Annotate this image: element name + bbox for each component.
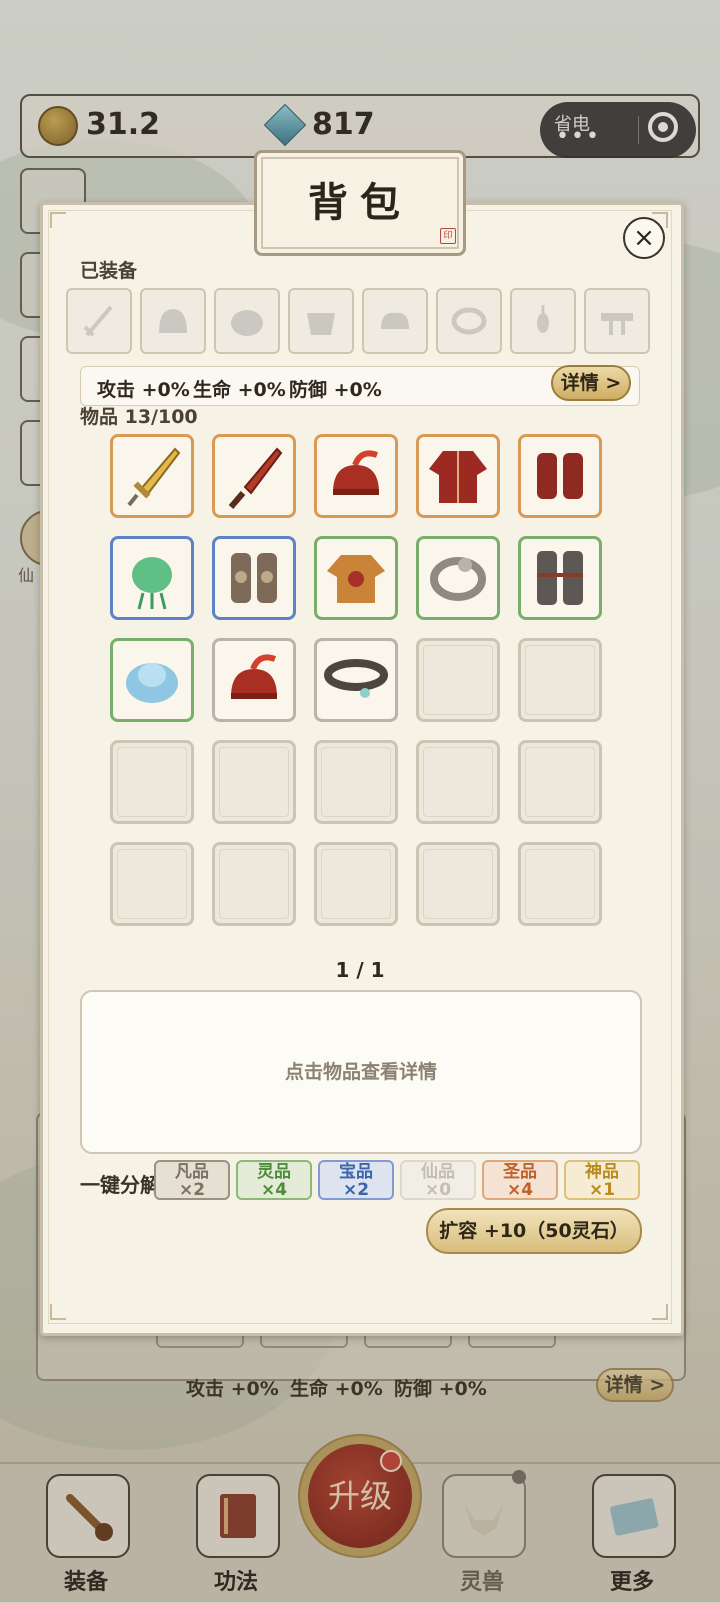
sword-slot-icon: [83, 305, 113, 337]
item-leather-belt[interactable]: [314, 638, 398, 722]
equip-slot-helmet[interactable]: [140, 288, 206, 354]
golden-sword-icon: [127, 447, 181, 507]
disassemble-label: 一键分解: [80, 1173, 160, 1197]
item-golden-robe[interactable]: [314, 536, 398, 620]
disassemble-common-button[interactable]: 凡品 ×2: [154, 1160, 230, 1200]
item-detail-box: 点击物品查看详情: [80, 990, 642, 1154]
helmet-slot-icon: [159, 309, 187, 333]
belt-slot-icon: [601, 313, 633, 335]
empty-slot[interactable]: [212, 740, 296, 824]
item-red-helmet[interactable]: [314, 434, 398, 518]
item-silver-ring[interactable]: [416, 536, 500, 620]
item-iron-greaves[interactable]: [518, 536, 602, 620]
gloves-slot-icon: [381, 312, 409, 329]
disassemble-divine-button[interactable]: 神品 ×1: [564, 1160, 640, 1200]
empty-slot[interactable]: [110, 740, 194, 824]
equip-slot-ring[interactable]: [436, 288, 502, 354]
equip-slot-weapon[interactable]: [66, 288, 132, 354]
details-button[interactable]: 详情 >: [551, 365, 631, 401]
pendant-slot-icon: [537, 305, 549, 333]
item-golden-sword[interactable]: [110, 434, 194, 518]
robe-slot-icon: [307, 313, 335, 335]
item-red-bracers[interactable]: [518, 434, 602, 518]
corner-ornament: [652, 1304, 668, 1320]
defense-stat: 防御 +0%: [289, 379, 382, 401]
iron-greaves-icon: [537, 551, 583, 605]
equip-slot-gloves[interactable]: [362, 288, 428, 354]
items-count-label: 物品 13/100: [80, 406, 198, 428]
corner-ornament: [50, 1304, 66, 1320]
empty-slot[interactable]: [314, 842, 398, 926]
empty-slot[interactable]: [518, 842, 602, 926]
red-robe-icon: [429, 451, 487, 503]
empty-slot[interactable]: [416, 740, 500, 824]
empty-slot[interactable]: [314, 740, 398, 824]
grade-count: ×0: [424, 1180, 452, 1200]
leather-belt-icon: [324, 659, 388, 698]
grade-label: 凡品: [175, 1162, 209, 1182]
close-button[interactable]: ×: [623, 217, 665, 259]
blue-crystal-icon: [126, 663, 178, 703]
equipped-stats-bar: 攻击 +0% 生命 +0% 防御 +0% 详情 >: [80, 365, 640, 406]
empty-slot[interactable]: [212, 842, 296, 926]
grade-label: 灵品: [257, 1162, 291, 1182]
item-red-robe[interactable]: [416, 434, 500, 518]
jade-pendant-icon: [132, 557, 172, 610]
grade-label: 仙品: [421, 1162, 455, 1182]
silver-ring-icon: [430, 557, 486, 601]
red-helmet-icon: [231, 654, 277, 699]
item-red-sword[interactable]: [212, 434, 296, 518]
ring-slot-icon: [451, 307, 487, 335]
grade-count: ×2: [178, 1180, 206, 1200]
equipped-label: 已装备: [80, 260, 138, 282]
item-blue-crystal[interactable]: [110, 638, 194, 722]
grade-count: ×1: [588, 1180, 616, 1200]
seal-icon: 印: [440, 228, 456, 244]
grade-label: 神品: [585, 1162, 619, 1182]
item-bronze-bracers[interactable]: [212, 536, 296, 620]
empty-slot[interactable]: [416, 842, 500, 926]
disassemble-saint-button[interactable]: 圣品 ×4: [482, 1160, 558, 1200]
page-indicator: 1 / 1: [335, 958, 385, 982]
grade-label: 宝品: [339, 1162, 373, 1182]
bag-title: 背包: [308, 179, 412, 226]
red-bracers-icon: [537, 453, 583, 499]
bronze-bracers-icon: [231, 553, 277, 603]
empty-slot[interactable]: [518, 638, 602, 722]
expand-capacity-button[interactable]: 扩容 +10（50灵石）: [426, 1208, 642, 1254]
empty-slot[interactable]: [518, 740, 602, 824]
equip-slot-belt[interactable]: [584, 288, 650, 354]
disassemble-treasure-button[interactable]: 宝品 ×2: [318, 1160, 394, 1200]
equip-slot-robe[interactable]: [288, 288, 354, 354]
disassemble-immortal-button[interactable]: 仙品 ×0: [400, 1160, 476, 1200]
golden-robe-icon: [327, 555, 385, 603]
grade-count: ×4: [260, 1180, 288, 1200]
grade-count: ×2: [342, 1180, 370, 1200]
red-sword-icon: [228, 447, 283, 509]
attack-stat: 攻击 +0%: [97, 379, 190, 401]
armor-slot-icon: [231, 310, 263, 336]
item-red-helmet-2[interactable]: [212, 638, 296, 722]
hp-stat: 生命 +0%: [193, 379, 286, 401]
red-helmet-icon: [333, 450, 379, 495]
empty-slot[interactable]: [110, 842, 194, 926]
equip-slot-armor[interactable]: [214, 288, 280, 354]
grade-count: ×4: [506, 1180, 534, 1200]
empty-slot[interactable]: [416, 638, 500, 722]
equip-slot-pendant[interactable]: [510, 288, 576, 354]
disassemble-spirit-button[interactable]: 灵品 ×4: [236, 1160, 312, 1200]
detail-hint: 点击物品查看详情: [284, 1061, 437, 1083]
grade-label: 圣品: [503, 1162, 537, 1182]
corner-ornament: [50, 212, 66, 228]
item-jade-pendant[interactable]: [110, 536, 194, 620]
bag-title-plate: 背包: [254, 150, 466, 256]
